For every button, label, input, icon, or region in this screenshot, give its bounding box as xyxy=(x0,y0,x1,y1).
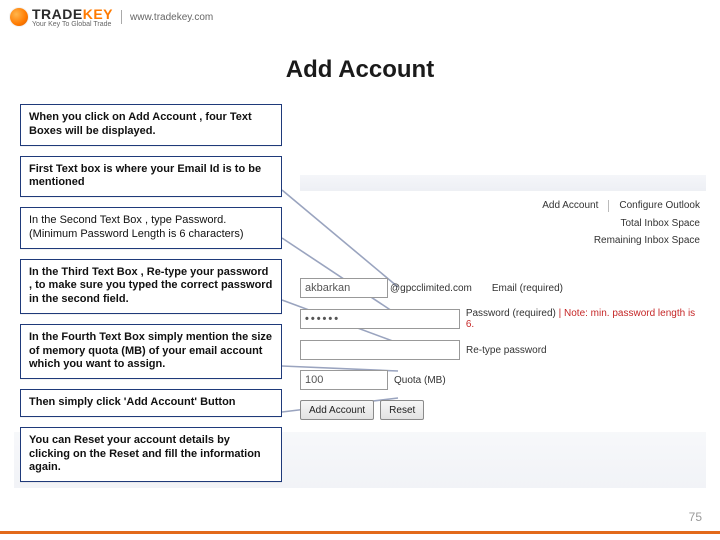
step-text: Then simply click 'Add Account' Button xyxy=(29,396,236,408)
step-text: You can Reset your account details by cl… xyxy=(29,434,261,474)
divider xyxy=(608,200,609,212)
form-row-quota: 100 Quota (MB) xyxy=(300,370,706,390)
step-text: In the Second Text Box , type Password. … xyxy=(29,214,244,240)
password-label-text: Password (required) xyxy=(466,308,559,319)
email-label: Email (required) xyxy=(492,283,563,294)
reset-button[interactable]: Reset xyxy=(380,400,424,420)
button-row: Add Account Reset xyxy=(300,400,706,420)
email-domain: @gpcclimited.com xyxy=(390,283,472,294)
link-remaining-inbox-space[interactable]: Remaining Inbox Space xyxy=(594,235,700,246)
step-box: In the Second Text Box , type Password. … xyxy=(20,207,282,249)
step-text: In the Fourth Text Box simply mention th… xyxy=(29,331,272,371)
add-account-button[interactable]: Add Account xyxy=(300,400,374,420)
page-number: 75 xyxy=(689,510,702,524)
password-field[interactable]: •••••• xyxy=(300,309,460,329)
logo-url: www.tradekey.com xyxy=(121,10,213,24)
step-box: Then simply click 'Add Account' Button xyxy=(20,389,282,417)
logo-text: TRADEKEY Your Key To Global Trade xyxy=(32,6,113,28)
pane-links: Add Account Configure Outlook Total Inbo… xyxy=(542,200,700,252)
step-box: You can Reset your account details by cl… xyxy=(20,427,282,482)
logo-tagline: Your Key To Global Trade xyxy=(32,21,113,28)
retype-label: Re-type password xyxy=(466,345,547,356)
tab-configure-outlook[interactable]: Configure Outlook xyxy=(619,200,700,212)
logo-brand-part1: TRADE xyxy=(32,6,83,22)
step-box: In the Third Text Box , Re-type your pas… xyxy=(20,259,282,314)
password-label: Password (required) | Note: min. passwor… xyxy=(466,308,706,330)
form-row-email: akbarkan @gpcclimited.com Email (require… xyxy=(300,278,706,298)
logo-area: TRADEKEY Your Key To Global Trade www.tr… xyxy=(10,6,213,28)
step-box: First Text box is where your Email Id is… xyxy=(20,156,282,198)
preview-pane: Add Account Configure Outlook Total Inbo… xyxy=(300,170,706,470)
form-row-retype: Re-type password xyxy=(300,340,706,360)
tab-add-account[interactable]: Add Account xyxy=(542,200,598,212)
step-text: In the Third Text Box , Re-type your pas… xyxy=(29,266,272,306)
form-body: akbarkan @gpcclimited.com Email (require… xyxy=(300,278,706,420)
steps-column: When you click on Add Account , four Tex… xyxy=(20,104,282,492)
quota-field[interactable]: 100 xyxy=(300,370,388,390)
quota-label: Quota (MB) xyxy=(394,375,446,386)
logo-brand: TRADEKEY xyxy=(32,6,113,22)
form-row-password: •••••• Password (required) | Note: min. … xyxy=(300,308,706,330)
step-box: When you click on Add Account , four Tex… xyxy=(20,104,282,146)
step-text: When you click on Add Account , four Tex… xyxy=(29,111,252,137)
logo-brand-part2: KEY xyxy=(83,6,113,22)
retype-password-field[interactable] xyxy=(300,340,460,360)
link-total-inbox-space[interactable]: Total Inbox Space xyxy=(621,218,701,229)
email-field[interactable]: akbarkan xyxy=(300,278,388,298)
step-box: In the Fourth Text Box simply mention th… xyxy=(20,324,282,379)
step-text: First Text box is where your Email Id is… xyxy=(29,163,261,189)
page-title: Add Account xyxy=(0,56,720,84)
footer-accent-line xyxy=(0,531,720,534)
logo-globe-icon xyxy=(10,8,28,26)
